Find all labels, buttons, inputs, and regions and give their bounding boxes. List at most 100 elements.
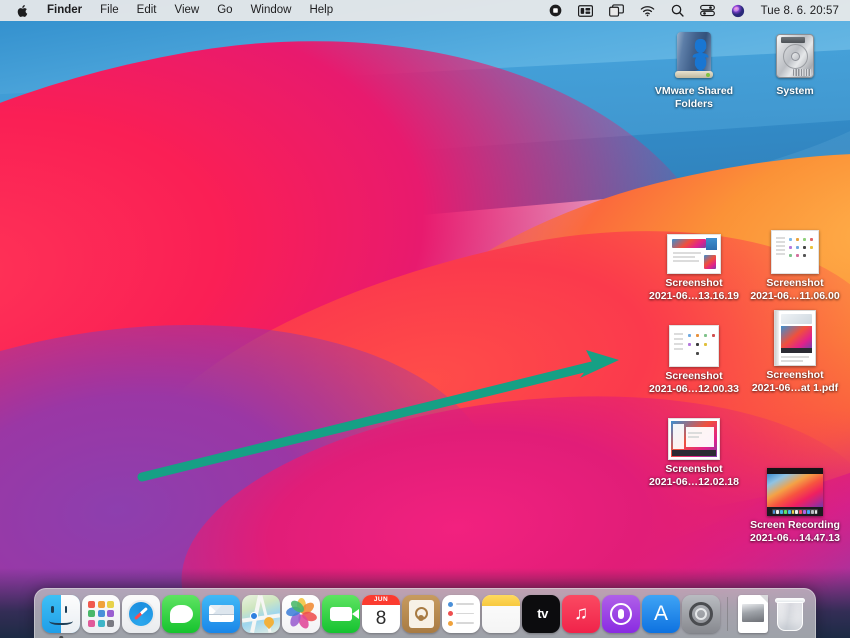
wifi-icon[interactable] xyxy=(632,0,663,21)
dock-item-notes[interactable] xyxy=(482,593,520,635)
photos-icon xyxy=(282,595,320,633)
contacts-icon xyxy=(402,595,440,633)
screen-record-icon[interactable] xyxy=(541,0,570,21)
desktop-icon-label: Screenshot 2021-06…11.06.00 xyxy=(750,277,839,302)
video-thumbnail-icon xyxy=(767,464,823,516)
label-line-1: System xyxy=(776,85,813,97)
label-line-1: Screenshot xyxy=(665,463,722,475)
menu-item-file[interactable]: File xyxy=(91,0,128,21)
dock-separator xyxy=(727,597,728,631)
screenshot-thumbnail-icon xyxy=(668,404,720,460)
drive-network-icon: 👤👤 xyxy=(669,26,719,82)
label-line-1: Screen Recording xyxy=(750,519,840,531)
messages-icon xyxy=(162,595,200,633)
label-line-1: Screenshot xyxy=(665,370,722,382)
dock-item-calendar[interactable]: JUN 8 xyxy=(362,593,400,635)
siri-icon[interactable] xyxy=(723,0,753,21)
label-line-2: 2021-06…13.16.19 xyxy=(649,290,739,302)
dock-item-appstore[interactable]: A xyxy=(642,593,680,635)
menu-bar-status-area: Tue 8. 6. 20:57 xyxy=(541,0,850,21)
menu-bar-clock[interactable]: Tue 8. 6. 20:57 xyxy=(753,5,843,17)
desktop-icon-screenshot-1[interactable]: Screenshot 2021-06…13.16.19 xyxy=(646,218,742,302)
calendar-month: JUN xyxy=(362,595,400,605)
menu-bar-left: Finder File Edit View Go Window Help xyxy=(0,0,342,21)
desktop-icon-label: Screenshot 2021-06…12.00.33 xyxy=(649,370,739,395)
label-line-2: 2021-06…12.00.33 xyxy=(649,383,739,395)
system-preferences-icon xyxy=(682,595,720,633)
dock-item-safari[interactable] xyxy=(122,593,160,635)
menu-bar: Finder File Edit View Go Window Help Tue… xyxy=(0,0,850,21)
calendar-day: 8 xyxy=(362,605,400,633)
menu-item-help[interactable]: Help xyxy=(300,0,342,21)
control-center-icon[interactable] xyxy=(692,0,723,21)
screenshot-thumbnail-icon xyxy=(667,218,721,274)
desktop-icon-label: Screen Recording 2021-06…14.47.13 xyxy=(750,519,840,544)
menu-item-window[interactable]: Window xyxy=(242,0,301,21)
desktop-icon-vmware-shared-folders[interactable]: 👤👤 VMware Shared Folders xyxy=(646,26,742,110)
desktop-icon-screenshot-3[interactable]: Screenshot 2021-06…12.00.33 xyxy=(646,311,742,395)
label-line-2: Folders xyxy=(675,98,713,110)
apple-tv-icon: tv xyxy=(522,595,560,633)
podcasts-icon xyxy=(602,595,640,633)
desktop-icon-screenshot-4[interactable]: Screenshot 2021-06…12.02.18 xyxy=(646,404,742,488)
dock-item-launchpad[interactable] xyxy=(82,593,120,635)
label-line-1: Screenshot xyxy=(766,369,823,381)
label-line-2: 2021-06…at 1.pdf xyxy=(752,382,838,394)
dock-item-appletv[interactable]: tv xyxy=(522,593,560,635)
desktop-icon-screenshot-2[interactable]: Screenshot 2021-06…11.06.00 xyxy=(747,218,843,302)
label-line-1: VMware Shared xyxy=(655,85,733,97)
dock-item-facetime[interactable] xyxy=(322,593,360,635)
label-line-2: 2021-06…11.06.00 xyxy=(750,290,839,302)
desktop-icon-screen-recording[interactable]: Screen Recording 2021-06…14.47.13 xyxy=(747,464,843,544)
desktop-icon-label: System xyxy=(776,85,813,98)
desktop-icon-label: Screenshot 2021-06…at 1.pdf xyxy=(752,369,838,394)
app-store-icon: A xyxy=(642,595,680,633)
music-icon: ♫ xyxy=(562,595,600,633)
spotlight-search-icon[interactable] xyxy=(663,0,692,21)
menu-item-go[interactable]: Go xyxy=(208,0,241,21)
facetime-icon xyxy=(322,595,360,633)
dock-item-messages[interactable] xyxy=(162,593,200,635)
drive-hdd-icon xyxy=(769,26,821,82)
dock-item-system-preferences[interactable] xyxy=(682,593,720,635)
dock-item-music[interactable]: ♫ xyxy=(562,593,600,635)
menu-item-view[interactable]: View xyxy=(166,0,209,21)
dock-item-contacts[interactable] xyxy=(402,593,440,635)
pdf-document-icon xyxy=(774,306,816,366)
dock-item-document-file[interactable] xyxy=(735,593,771,635)
reminders-icon xyxy=(442,595,480,633)
display-icon[interactable] xyxy=(570,0,601,21)
desktop-icon-label: Screenshot 2021-06…13.16.19 xyxy=(649,277,739,302)
maps-icon xyxy=(242,595,280,633)
dock-item-photos[interactable] xyxy=(282,593,320,635)
document-file-icon xyxy=(738,595,768,633)
dock-item-podcasts[interactable] xyxy=(602,593,640,635)
menu-item-finder[interactable]: Finder xyxy=(38,0,91,21)
launchpad-icon xyxy=(82,595,120,633)
calendar-icon: JUN 8 xyxy=(362,595,400,633)
label-line-1: Screenshot xyxy=(665,277,722,289)
desktop-icon-system-disk[interactable]: System xyxy=(747,26,843,98)
mission-control-icon[interactable] xyxy=(601,0,632,21)
trash-icon xyxy=(774,595,806,633)
safari-icon xyxy=(122,595,160,633)
menu-item-edit[interactable]: Edit xyxy=(128,0,166,21)
mail-icon xyxy=(202,595,240,633)
dock-item-reminders[interactable] xyxy=(442,593,480,635)
label-line-2: 2021-06…14.47.13 xyxy=(750,532,840,544)
label-line-2: 2021-06…12.02.18 xyxy=(649,476,739,488)
apple-logo-icon[interactable] xyxy=(8,0,38,21)
dock-item-maps[interactable] xyxy=(242,593,280,635)
desktop-icon-screenshot-pdf[interactable]: Screenshot 2021-06…at 1.pdf xyxy=(747,306,843,394)
finder-icon xyxy=(42,595,80,633)
desktop-icon-label: VMware Shared Folders xyxy=(655,85,733,110)
label-line-1: Screenshot xyxy=(766,277,823,289)
desktop-icon-label: Screenshot 2021-06…12.02.18 xyxy=(649,463,739,488)
notes-icon xyxy=(482,595,520,633)
dock-item-trash[interactable] xyxy=(772,593,808,635)
screenshot-thumbnail-icon xyxy=(669,311,719,367)
dock-item-finder[interactable] xyxy=(42,593,80,635)
dock-item-mail[interactable] xyxy=(202,593,240,635)
dock[interactable]: JUN 8 tv ♫ A xyxy=(34,588,816,638)
screenshot-thumbnail-icon xyxy=(771,218,819,274)
